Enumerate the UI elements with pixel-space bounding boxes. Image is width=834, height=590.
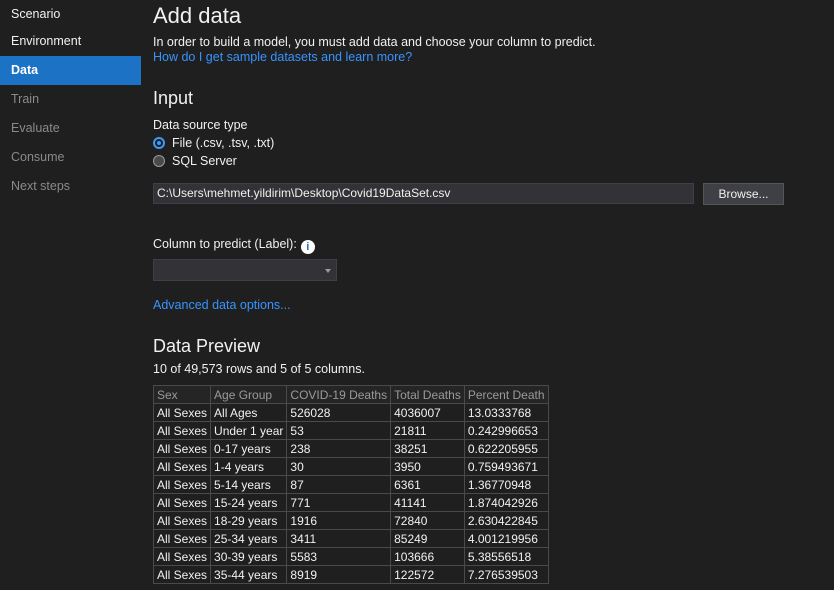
table-cell: Under 1 year — [210, 421, 288, 440]
radio-file-label: File (.csv, .tsv, .txt) — [172, 136, 275, 150]
table-cell: 5-14 years — [210, 475, 288, 494]
table-cell: 30 — [286, 457, 392, 476]
table-cell: 0.242996653 — [463, 421, 549, 440]
sidebar: Scenario Environment Data Train Evaluate… — [0, 0, 141, 590]
table-cell: 771 — [286, 493, 392, 512]
table-cell: All Ages — [210, 403, 288, 422]
table-cell: All Sexes — [152, 457, 212, 476]
table-cell: All Sexes — [152, 529, 212, 548]
table-cell: 2.630422845 — [463, 511, 549, 530]
data-preview-heading: Data Preview — [153, 336, 261, 356]
table-cell: All Sexes — [152, 439, 212, 458]
table-cell: 103666 — [390, 547, 465, 566]
table-cell: 238 — [286, 439, 392, 458]
radio-sql-server-label: SQL Server — [172, 154, 237, 168]
table-cell: 122572 — [390, 565, 465, 584]
table-row: All Sexes 0-17 years 238 38251 0.622205955 — [152, 439, 549, 458]
table-cell: 3411 — [286, 529, 392, 548]
table-cell: 0.622205955 — [463, 439, 549, 458]
sidebar-item-consume[interactable]: Consume — [0, 143, 141, 172]
sidebar-item-data[interactable]: Data — [0, 56, 141, 85]
sidebar-item-train[interactable]: Train — [0, 85, 141, 114]
table-cell: 4036007 — [390, 403, 465, 422]
column-header: Age Group — [210, 385, 288, 404]
column-to-predict-text: Column to predict (Label): — [153, 237, 297, 251]
advanced-data-options-link[interactable]: Advanced data options... — [153, 298, 291, 312]
radio-unselected-icon[interactable] — [153, 155, 165, 167]
sample-datasets-link[interactable]: How do I get sample datasets and learn m… — [153, 50, 412, 64]
table-header-row: Sex Age Group COVID-19 Deaths Total Deat… — [152, 385, 549, 404]
table-cell: 21811 — [390, 421, 465, 440]
table-cell: 1-4 years — [210, 457, 288, 476]
table-cell: 0-17 years — [210, 439, 288, 458]
table-cell: 6361 — [390, 475, 465, 494]
table-cell: 87 — [286, 475, 392, 494]
table-row: All Sexes 35-44 years 8919 122572 7.27653950… — [152, 565, 549, 584]
column-to-predict-dropdown[interactable] — [153, 259, 337, 281]
table-cell: 526028 — [286, 403, 392, 422]
table-row: All Sexes 30-39 years 5583 103666 5.38556518 — [152, 547, 549, 566]
table-cell: 25-34 years — [210, 529, 288, 548]
table-cell: All Sexes — [152, 547, 212, 566]
sidebar-item-environment[interactable]: Environment — [0, 27, 141, 56]
table-cell: 3950 — [390, 457, 465, 476]
browse-button[interactable]: Browse... — [703, 183, 784, 205]
table-cell: 1916 — [286, 511, 392, 530]
table-row: All Sexes All Ages 526028 4036007 13.0333768 — [152, 403, 549, 422]
table-row: All Sexes 25-34 years 3411 85249 4.001219956 — [152, 529, 549, 548]
sidebar-item-evaluate[interactable]: Evaluate — [0, 114, 141, 143]
table-row: All Sexes 18-29 years 1916 72840 2.630422845 — [152, 511, 549, 530]
table-cell: 35-44 years — [210, 565, 288, 584]
page-description: In order to build a model, you must add … — [153, 35, 596, 49]
table-cell: All Sexes — [152, 421, 212, 440]
data-source-label: Data source type — [153, 118, 248, 132]
sidebar-item-next-steps[interactable]: Next steps — [0, 172, 141, 201]
table-cell: 7.276539503 — [463, 565, 549, 584]
table-cell: 1.36770948 — [463, 475, 549, 494]
column-header: Percent Death — [463, 385, 549, 404]
table-cell: 30-39 years — [210, 547, 288, 566]
table-cell: 4.001219956 — [463, 529, 549, 548]
column-to-predict-label: Column to predict (Label): i — [153, 237, 315, 254]
main-content: Add data In order to build a model, you … — [152, 0, 834, 590]
radio-selected-icon[interactable] — [153, 137, 165, 149]
table-row: All Sexes 5-14 years 87 6361 1.36770948 — [152, 475, 549, 494]
table-cell: All Sexes — [152, 475, 212, 494]
table-cell: 15-24 years — [210, 493, 288, 512]
table-cell: 5583 — [286, 547, 392, 566]
table-cell: 8919 — [286, 565, 392, 584]
sidebar-item-scenario[interactable]: Scenario — [0, 0, 141, 29]
data-preview-table: Sex Age Group COVID-19 Deaths Total Deat… — [152, 385, 549, 584]
table-row: All Sexes 15-24 years 771 41141 1.874042926 — [152, 493, 549, 512]
column-header: COVID-19 Deaths — [286, 385, 392, 404]
data-preview-summary: 10 of 49,573 rows and 5 of 5 columns. — [153, 362, 365, 376]
table-cell: 5.38556518 — [463, 547, 549, 566]
chevron-down-icon — [325, 269, 331, 273]
table-cell: 1.874042926 — [463, 493, 549, 512]
page-title: Add data — [153, 3, 242, 28]
table-cell: All Sexes — [152, 565, 212, 584]
radio-file[interactable]: File (.csv, .tsv, .txt) — [153, 136, 274, 150]
table-body: All Sexes All Ages 526028 4036007 13.0333768… — [152, 403, 549, 584]
table-row: All Sexes Under 1 year 53 21811 0.242996653 — [152, 421, 549, 440]
column-header: Total Deaths — [390, 385, 465, 404]
table-cell: 72840 — [390, 511, 465, 530]
table-cell: 53 — [286, 421, 392, 440]
column-header: Sex — [152, 385, 212, 404]
file-path-input[interactable]: C:\Users\mehmet.yildirim\Desktop\Covid19… — [153, 183, 694, 204]
table-row: All Sexes 1-4 years 30 3950 0.759493671 — [152, 457, 549, 476]
table-cell: 85249 — [390, 529, 465, 548]
table-cell: All Sexes — [152, 493, 212, 512]
table-cell: 18-29 years — [210, 511, 288, 530]
table-cell: 41141 — [390, 493, 465, 512]
table-cell: 0.759493671 — [463, 457, 549, 476]
table-cell: All Sexes — [152, 403, 212, 422]
radio-sql-server[interactable]: SQL Server — [153, 154, 237, 168]
input-heading: Input — [153, 88, 194, 108]
table-cell: 38251 — [390, 439, 465, 458]
table-cell: 13.0333768 — [463, 403, 549, 422]
info-icon[interactable]: i — [300, 240, 315, 254]
table-cell: All Sexes — [152, 511, 212, 530]
